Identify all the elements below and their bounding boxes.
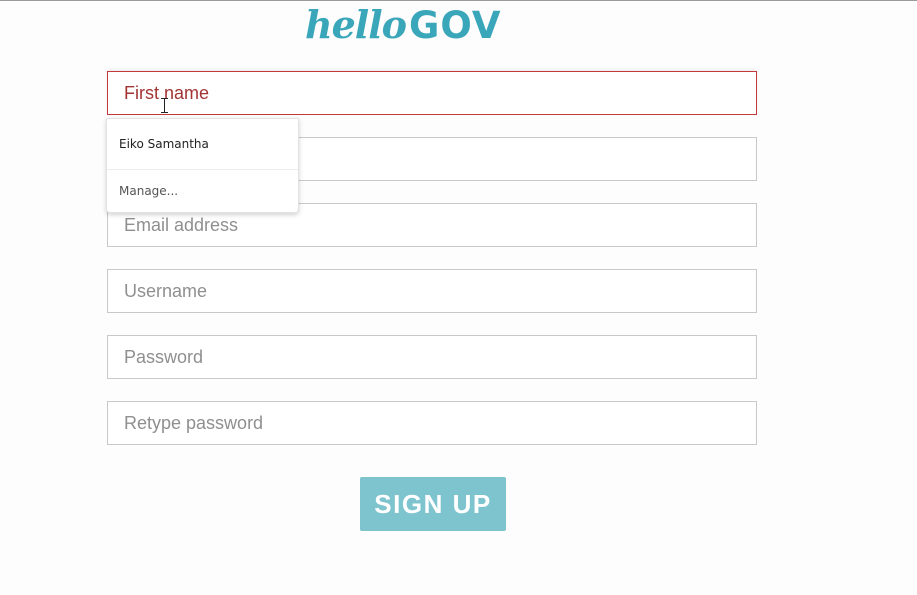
autofill-dropdown: Eiko Samantha Manage... [106, 118, 299, 213]
username-input[interactable] [108, 270, 756, 312]
logo-hello-text: hello [305, 2, 407, 47]
sign-up-button[interactable]: SIGN UP [360, 477, 506, 531]
retype-password-input[interactable] [108, 402, 756, 444]
password-input[interactable] [108, 336, 756, 378]
top-rule [0, 0, 917, 1]
retype-password-field-wrapper [107, 401, 757, 445]
password-field-wrapper [107, 335, 757, 379]
autofill-suggestion[interactable]: Eiko Samantha [107, 119, 298, 170]
hellogov-logo: hello GOV [305, 2, 502, 54]
text-cursor-icon [161, 98, 168, 113]
username-field-wrapper [107, 269, 757, 313]
autofill-manage-link[interactable]: Manage... [107, 170, 298, 211]
first-name-field-wrapper [107, 71, 757, 115]
first-name-input[interactable] [108, 72, 756, 114]
logo-gov-text: GOV [409, 4, 502, 47]
